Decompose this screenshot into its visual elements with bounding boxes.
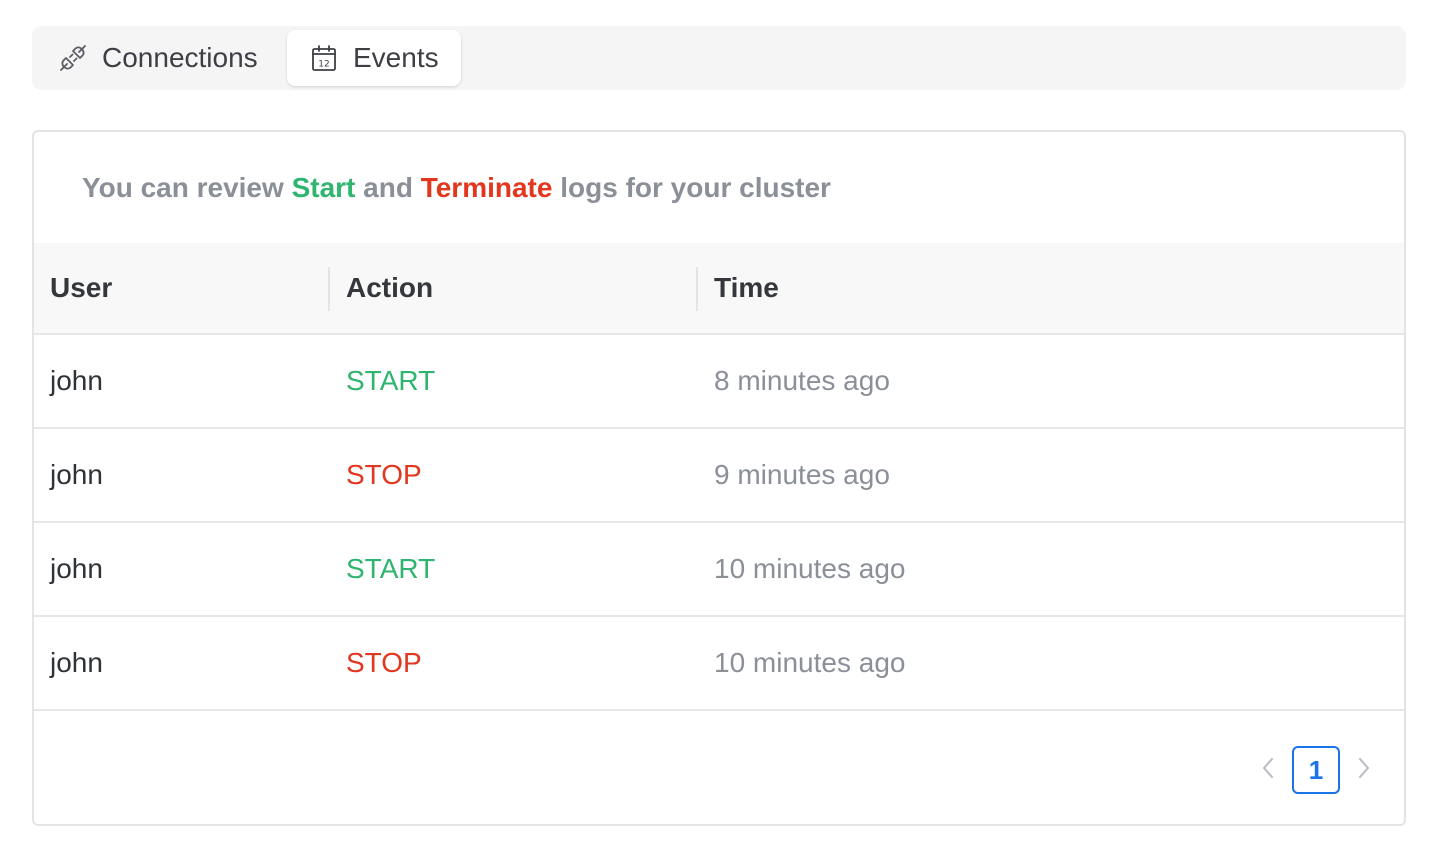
cell-user: john: [50, 459, 103, 490]
cell-user: john: [50, 647, 103, 678]
tab-events-label: Events: [353, 42, 439, 73]
tab-bar: Connections 12 Events: [32, 26, 1406, 90]
column-header-time: Time: [714, 272, 779, 303]
cell-action: START: [346, 553, 436, 584]
table-row: john START 10 minutes ago: [34, 523, 1404, 617]
svg-text:12: 12: [318, 60, 329, 70]
cell-user: john: [50, 553, 103, 584]
previous-page-button[interactable]: [1244, 746, 1292, 794]
column-header-action: Action: [346, 272, 434, 303]
events-card: You can review Start and Terminate logs …: [32, 130, 1406, 826]
chevron-left-icon: [1259, 756, 1277, 785]
column-header-user: User: [50, 272, 113, 303]
intro-suffix: logs for your cluster: [552, 172, 831, 203]
events-panel: Connections 12 Events You can review Sta…: [0, 0, 1434, 862]
calendar-icon: 12: [309, 43, 339, 73]
tab-connections-label: Connections: [102, 42, 258, 73]
cell-time: 10 minutes ago: [714, 553, 906, 584]
cell-action: STOP: [346, 459, 422, 490]
table-header: User Action Time: [34, 243, 1404, 335]
intro-text: You can review Start and Terminate logs …: [82, 172, 831, 204]
cell-user: john: [50, 365, 103, 396]
cell-time: 8 minutes ago: [714, 365, 890, 396]
next-page-button[interactable]: [1340, 746, 1388, 794]
table-row: john START 8 minutes ago: [34, 335, 1404, 429]
chevron-right-icon: [1355, 756, 1373, 785]
column-divider[interactable]: [696, 267, 698, 311]
column-divider[interactable]: [328, 267, 330, 311]
cell-action: START: [346, 365, 436, 396]
tab-events[interactable]: 12 Events: [287, 30, 461, 86]
page-number-button[interactable]: 1: [1292, 746, 1340, 794]
tab-connections[interactable]: Connections: [36, 30, 286, 86]
table-row: john STOP 9 minutes ago: [34, 429, 1404, 523]
plug-icon: [58, 43, 88, 73]
cell-time: 9 minutes ago: [714, 459, 890, 490]
intro-terminate-word: Terminate: [420, 172, 553, 203]
intro-middle: and: [355, 172, 421, 203]
intro-prefix: You can review: [82, 172, 292, 203]
pagination: 1: [1244, 746, 1388, 794]
intro-start-word: Start: [291, 172, 356, 203]
cell-action: STOP: [346, 647, 422, 678]
table-row: john STOP 10 minutes ago: [34, 617, 1404, 711]
cell-time: 10 minutes ago: [714, 647, 906, 678]
